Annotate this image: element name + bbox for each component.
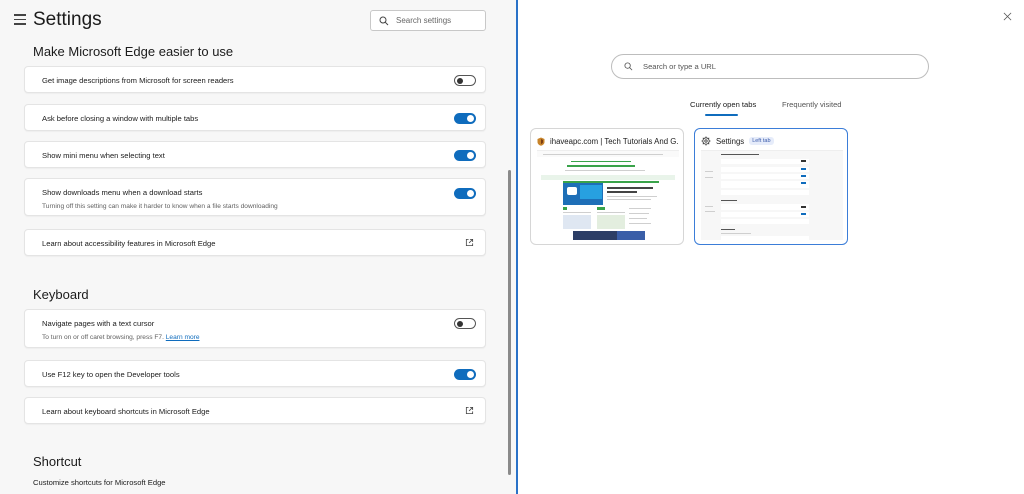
new-tab-pane: Currently open tabs Frequently visited i… — [518, 0, 1024, 494]
tab-frequently-visited[interactable]: Frequently visited — [782, 100, 842, 109]
external-link-icon — [465, 238, 474, 247]
tile-title: ihaveapc.com | Tech Tutorials And G... — [550, 136, 679, 146]
tile-header: ihaveapc.com | Tech Tutorials And G... — [537, 135, 679, 147]
mini-menu-toggle[interactable] — [454, 150, 476, 161]
section-title-shortcut: Shortcut — [33, 454, 82, 469]
setting-downloads-menu: Show downloads menu when a download star… — [24, 178, 486, 216]
setting-caret-browsing: Navigate pages with a text cursor To tur… — [24, 309, 486, 348]
search-settings-input[interactable] — [396, 16, 476, 25]
setting-f12-devtools: Use F12 key to open the Developer tools — [24, 360, 486, 387]
setting-label: Show mini menu when selecting text — [42, 151, 165, 160]
menu-icon[interactable] — [14, 14, 26, 26]
setting-description: Turning off this setting can make it har… — [42, 203, 278, 210]
setting-label: Use F12 key to open the Developer tools — [42, 370, 180, 379]
learn-more-link[interactable]: Learn more — [166, 334, 200, 341]
scrollbar-thumb[interactable] — [508, 170, 511, 475]
shortcut-description: Customize shortcuts for Microsoft Edge — [33, 478, 166, 487]
tab-currently-open[interactable]: Currently open tabs — [690, 100, 756, 109]
section-title-keyboard: Keyboard — [33, 287, 89, 302]
setting-ask-before-closing: Ask before closing a window with multipl… — [24, 104, 486, 131]
setting-description: To turn on or off caret browsing, press … — [42, 334, 200, 341]
url-search-box[interactable] — [611, 54, 929, 79]
downloads-menu-toggle[interactable] — [454, 188, 476, 199]
tile-thumbnail — [537, 150, 679, 240]
close-icon[interactable] — [1003, 12, 1012, 21]
setting-label: Navigate pages with a text cursor — [42, 319, 155, 328]
settings-header: Settings — [0, 0, 516, 42]
ihaveapc-favicon-icon — [537, 137, 545, 146]
gear-icon — [701, 136, 711, 146]
caret-browsing-toggle[interactable] — [454, 318, 476, 329]
search-icon — [379, 16, 389, 25]
page-title: Settings — [33, 9, 102, 30]
tile-header: Settings Left tab — [701, 135, 843, 147]
setting-label: Show downloads menu when a download star… — [42, 188, 203, 197]
link-accessibility-features[interactable]: Learn about accessibility features in Mi… — [24, 229, 486, 256]
settings-pane: Settings Make Microsoft Edge easier to u… — [0, 0, 516, 494]
setting-label: Get image descriptions from Microsoft fo… — [42, 76, 234, 85]
setting-image-descriptions: Get image descriptions from Microsoft fo… — [24, 66, 486, 93]
image-descriptions-toggle[interactable] — [454, 75, 476, 86]
setting-mini-menu: Show mini menu when selecting text — [24, 141, 486, 168]
setting-label: Learn about accessibility features in Mi… — [42, 239, 216, 248]
url-input[interactable] — [643, 62, 903, 71]
search-icon — [624, 62, 633, 71]
f12-devtools-toggle[interactable] — [454, 369, 476, 380]
setting-label: Learn about keyboard shortcuts in Micros… — [42, 407, 210, 416]
external-link-icon — [465, 406, 474, 415]
active-tab-indicator — [705, 114, 738, 116]
ask-before-closing-toggle[interactable] — [454, 113, 476, 124]
open-tab-tile[interactable]: ihaveapc.com | Tech Tutorials And G... — [530, 128, 684, 245]
setting-label: Ask before closing a window with multipl… — [42, 114, 199, 123]
tile-title: Settings — [716, 136, 745, 146]
link-keyboard-shortcuts[interactable]: Learn about keyboard shortcuts in Micros… — [24, 397, 486, 424]
open-tab-tile-settings[interactable]: Settings Left tab — [694, 128, 848, 245]
caret-description-text: To turn on or off caret browsing, press … — [42, 334, 164, 341]
search-settings-box[interactable] — [370, 10, 486, 31]
left-tab-badge: Left tab — [749, 137, 774, 145]
tile-thumbnail — [701, 150, 843, 240]
section-title-accessibility: Make Microsoft Edge easier to use — [33, 44, 234, 59]
